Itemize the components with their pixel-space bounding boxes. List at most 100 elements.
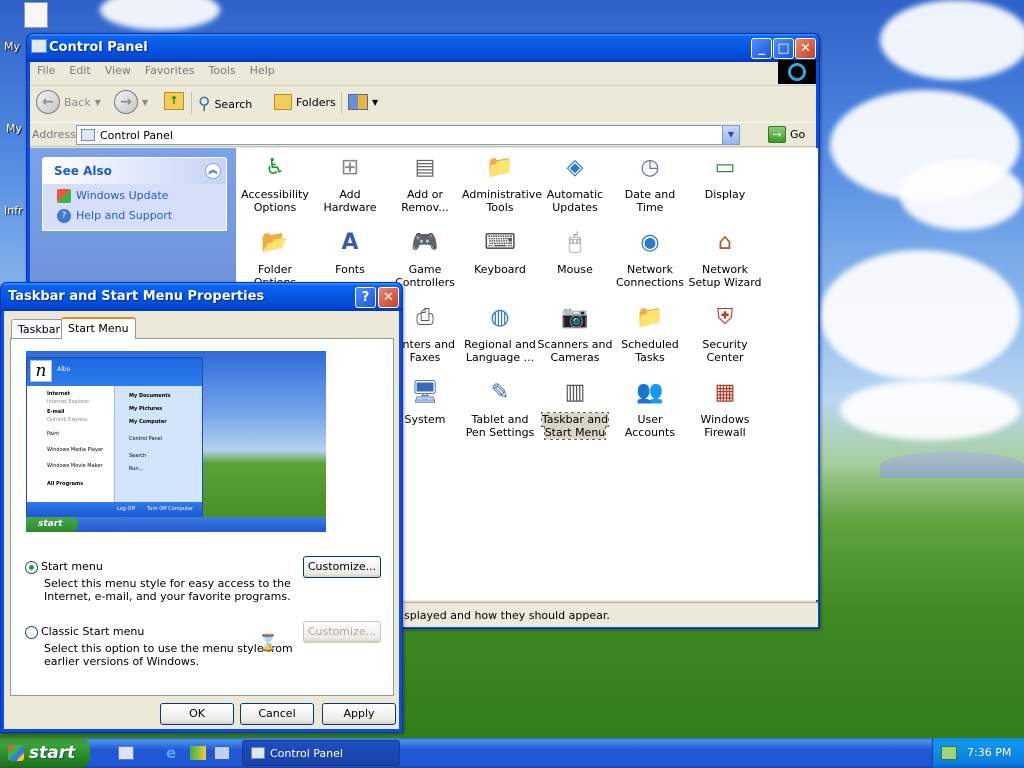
cp-item-network-setup-wizard[interactable]: ⌂ Network Setup Wizard <box>687 225 763 289</box>
address-label: Address <box>32 128 76 141</box>
cp-item-taskbar-start-menu[interactable]: ▥ Taskbar and Start Menu <box>537 375 613 440</box>
cp-item-keyboard[interactable]: ⌨ Keyboard <box>462 225 538 276</box>
cp-item-scanners-cameras[interactable]: 📷 Scanners and Cameras <box>537 300 613 364</box>
menu-favorites[interactable]: Favorites <box>138 64 202 82</box>
menu-view[interactable]: View <box>98 64 138 82</box>
maximize-button[interactable]: □ <box>773 38 794 59</box>
chevron-down-icon: ▼ <box>142 97 149 107</box>
cp-item-regional-language[interactable]: ◍ Regional and Language ... <box>462 300 538 364</box>
start-menu-radio[interactable] <box>25 561 38 574</box>
taskbar-button-label: Control Panel <box>270 746 343 760</box>
cp-item-add-remove-programs[interactable]: ▤ Add or Remov... <box>387 150 463 214</box>
scanner-icon: 📷 <box>561 304 589 330</box>
cp-item-tablet-pen[interactable]: ✎ Tablet and Pen Settings <box>462 375 538 439</box>
cp-item-security-center[interactable]: ⛨ Security Center <box>687 300 763 364</box>
cp-item-user-accounts[interactable]: 👥 User Accounts <box>612 375 688 439</box>
dialog-close-button[interactable]: ✕ <box>378 287 399 308</box>
search-button[interactable]: ⚲ Search <box>198 94 252 114</box>
classic-start-menu-label[interactable]: Classic Start menu <box>41 625 144 638</box>
help-support-label: Help and Support <box>76 209 173 222</box>
cp-item-display[interactable]: ▭ Display <box>687 150 763 201</box>
start-button[interactable]: start <box>0 738 90 768</box>
cp-item-label: System <box>404 413 446 426</box>
tab-start-menu[interactable]: Start Menu <box>61 317 136 339</box>
cp-item-label: Fonts <box>335 263 365 276</box>
desktop-icon-my-documents[interactable] <box>24 2 48 28</box>
clock-icon: ◷ <box>640 154 660 180</box>
search-icon: ⚲ <box>198 94 211 114</box>
menu-tools[interactable]: Tools <box>202 64 243 82</box>
menu-help[interactable]: Help <box>243 64 282 82</box>
ok-button[interactable]: OK <box>160 703 234 725</box>
up-button[interactable]: ↑ <box>164 92 184 110</box>
cp-item-network-connections[interactable]: ◉ Network Connections <box>612 225 688 289</box>
preview-user-name: Albo <box>57 366 71 373</box>
dialog-title: Taskbar and Start Menu Properties <box>8 289 265 304</box>
preview-item: Windows Movie Maker <box>47 463 103 469</box>
back-button[interactable]: ← Back ▼ <box>36 90 101 114</box>
address-value: Control Panel <box>100 128 173 142</box>
preview-item: All Programs <box>47 481 84 487</box>
cp-item-game-controllers[interactable]: 🎮 Game Controllers <box>387 225 463 289</box>
address-input[interactable]: Control Panel ▼ <box>76 125 740 145</box>
apply-button[interactable]: Apply <box>322 703 396 725</box>
cp-item-scheduled-tasks[interactable]: 📁 Scheduled Tasks <box>612 300 688 364</box>
quick-launch-ie-icon[interactable]: e <box>166 744 176 762</box>
see-also-panel: See Also ︽ Windows Update ? Help and Sup… <box>42 157 227 231</box>
address-dropdown[interactable]: ▼ <box>722 126 739 144</box>
preview-item: Windows Media Player <box>47 447 104 453</box>
classic-desc: Select this option to use the menu style… <box>44 642 293 655</box>
cp-titlebar[interactable]: Control Panel _ □ ✕ <box>27 34 819 62</box>
cp-item-folder-options[interactable]: 📂Folder Options <box>237 225 313 289</box>
customize-button[interactable]: Customize... <box>303 556 381 578</box>
see-also-header[interactable]: See Also ︽ <box>43 158 226 184</box>
cp-item-label: Date and Time <box>624 188 676 214</box>
folder-up-icon: ↑ <box>164 92 184 110</box>
folders-button[interactable]: Folders <box>274 94 336 110</box>
user-avatar: n <box>30 360 52 382</box>
cp-item-mouse[interactable]: 🖱 Mouse <box>537 225 613 276</box>
status-text: splayed and how they should appear. <box>404 609 610 622</box>
help-button[interactable]: ? <box>355 287 376 308</box>
cp-item-automatic-updates[interactable]: ◈ Automatic Updates <box>537 150 613 214</box>
start-menu-label[interactable]: Start menu <box>41 560 103 573</box>
administrative-tools-icon: 📁 <box>486 154 514 180</box>
cp-item-label: Network Setup Wizard <box>688 263 762 289</box>
taskbar-properties-dialog: Taskbar and Start Menu Properties ? ✕ Ta… <box>0 282 403 733</box>
minimize-button[interactable]: _ <box>751 38 772 59</box>
collapse-icon[interactable]: ︽ <box>205 163 221 179</box>
menu-file[interactable]: File <box>30 64 62 82</box>
cancel-button[interactable]: Cancel <box>240 703 314 725</box>
cp-item-windows-firewall[interactable]: ▦ Windows Firewall <box>687 375 763 439</box>
views-button[interactable]: ▼ <box>348 94 378 110</box>
menu-edit[interactable]: Edit <box>62 64 97 82</box>
quick-launch-desktop-icon[interactable] <box>118 746 134 760</box>
help-support-link[interactable]: ? Help and Support <box>43 204 226 230</box>
quick-launch-media-icon[interactable] <box>190 746 206 760</box>
folders-icon <box>274 94 292 110</box>
cp-item-date-time[interactable]: ◷ Date and Time <box>612 150 688 214</box>
cp-item-label: User Accounts <box>624 413 676 439</box>
desktop-icon-label: My <box>6 122 23 135</box>
fonts-icon: A <box>341 229 359 255</box>
classic-customize-button: Customize... <box>303 621 381 643</box>
cp-item-accessibility-options[interactable]: ♿ Accessibility Options <box>237 150 313 214</box>
go-button[interactable]: → Go <box>768 126 805 143</box>
dialog-titlebar[interactable]: Taskbar and Start Menu Properties ? ✕ <box>1 283 402 311</box>
forward-button[interactable]: → ▼ <box>114 90 148 114</box>
start-menu-tab-panel: n Albo Internet Internet Explorer E-mail… <box>10 338 394 696</box>
close-button[interactable]: ✕ <box>795 38 816 59</box>
desktop-icon-label: Infr <box>4 204 23 217</box>
clock[interactable]: 7:36 PM <box>967 746 1011 759</box>
windows-update-link[interactable]: Windows Update <box>43 184 226 204</box>
cp-item-add-hardware[interactable]: ⊞ Add Hardware <box>312 150 388 214</box>
taskbar-button-control-panel[interactable]: Control Panel <box>242 740 400 766</box>
tab-taskbar[interactable]: Taskbar <box>11 319 67 339</box>
classic-start-menu-radio[interactable] <box>25 626 38 639</box>
cp-item-label: Scanners and Cameras <box>537 338 613 364</box>
network-icon: ◉ <box>640 229 660 255</box>
quick-launch-show-desktop-icon[interactable] <box>214 746 230 760</box>
tray-network-icon[interactable] <box>941 746 957 760</box>
cp-item-fonts[interactable]: A Fonts <box>312 225 388 276</box>
cp-item-administrative-tools[interactable]: 📁 Administrative Tools <box>462 150 542 214</box>
